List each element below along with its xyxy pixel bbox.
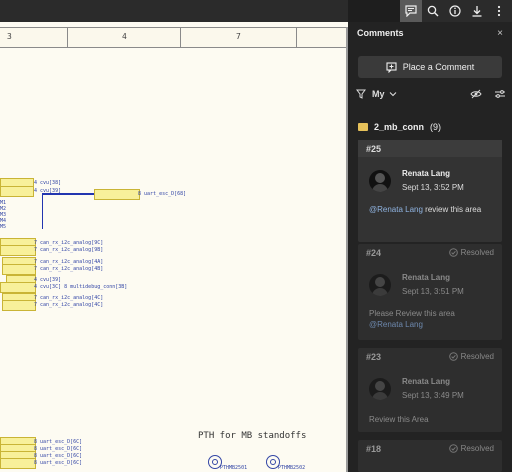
settings-sliders-icon[interactable] xyxy=(494,89,506,99)
net-text: 8 uart_esc_D[6C] xyxy=(34,446,83,452)
place-comment-label: Place a Comment xyxy=(402,62,475,72)
net-text: 7 can_rx_i2c_analog[4B] xyxy=(34,266,104,272)
resolved-badge[interactable]: Resolved xyxy=(448,248,494,257)
chevron-down-icon[interactable] xyxy=(389,90,397,98)
net-label xyxy=(94,189,140,200)
info-icon[interactable] xyxy=(444,0,466,22)
pth-section-title: PTH for MB standoffs xyxy=(198,431,307,441)
comment-date: Sept 13, 3:52 PM xyxy=(402,183,464,192)
pth-label: PTHMB2501 xyxy=(220,465,248,471)
mention-link[interactable]: @Renata Lang xyxy=(369,205,423,214)
filter-dropdown[interactable]: My xyxy=(372,89,385,99)
net-label xyxy=(0,458,36,469)
comment-author: Renata Lang xyxy=(402,377,451,386)
comment-author: Renata Lang xyxy=(402,273,451,282)
schematic-canvas[interactable]: 3 4 7 4 cvu[38] 4 cvu[39] 8 uart_esc_D[6… xyxy=(0,0,348,472)
download-icon[interactable] xyxy=(466,0,488,22)
close-icon[interactable]: × xyxy=(497,28,503,39)
mention-link[interactable]: @Renata Lang xyxy=(369,320,423,329)
check-circle-icon xyxy=(448,444,458,453)
resolved-label: Resolved xyxy=(460,444,494,453)
net-text: 4 cvu[38] xyxy=(34,180,62,186)
net-text: 8 uart_esc_D[6C] xyxy=(34,439,83,445)
ruler-tick xyxy=(180,28,181,47)
comment-id: #25 xyxy=(366,143,382,154)
folder-row[interactable]: 2_mb_conn (9) xyxy=(358,122,441,132)
comment-header: #25 xyxy=(358,140,502,157)
pth-label: PTHMB2502 xyxy=(278,465,306,471)
comment-body: Review this Area xyxy=(369,415,429,424)
search-icon[interactable] xyxy=(422,0,444,22)
comment-date: Sept 13, 3:49 PM xyxy=(402,391,464,400)
comment-id: #23 xyxy=(366,351,382,362)
avatar xyxy=(369,378,391,400)
sheet-ruler: 3 4 7 xyxy=(0,27,348,48)
net-label xyxy=(0,245,36,256)
check-circle-icon xyxy=(448,352,458,361)
net-text: M5 xyxy=(0,224,7,230)
bus-wire xyxy=(42,193,43,229)
comment-icon[interactable] xyxy=(400,0,422,22)
comment-card[interactable]: #18 Resolved xyxy=(358,440,502,472)
resolved-label: Resolved xyxy=(460,352,494,361)
ruler-tick xyxy=(296,28,297,47)
ruler-tick xyxy=(67,28,68,47)
comment-text: Please Review this area xyxy=(369,309,455,318)
resolved-badge[interactable]: Resolved xyxy=(448,444,494,453)
net-text: 7 can_rx_i2c_analog[4C] xyxy=(34,302,104,308)
net-text: 4 cvu[3C] 8 multidebug_conn[3B] xyxy=(34,284,128,290)
comment-header: #24 Resolved xyxy=(358,244,502,261)
check-circle-icon xyxy=(448,248,458,257)
ruler-number: 4 xyxy=(122,32,127,41)
comment-author: Renata Lang xyxy=(402,169,451,178)
folder-count: (9) xyxy=(430,122,442,132)
comment-body: Please Review this area @Renata Lang xyxy=(369,308,493,330)
net-text: 8 uart_esc_D[6C] xyxy=(34,453,83,459)
resolved-label: Resolved xyxy=(460,248,494,257)
comment-id: #18 xyxy=(366,443,382,454)
avatar xyxy=(369,274,391,296)
place-comment-button[interactable]: Place a Comment xyxy=(358,56,502,78)
net-text: 8 uart_esc_D[6C] xyxy=(34,460,83,466)
add-comment-icon xyxy=(386,61,397,73)
comments-panel: Comments × Place a Comment My 2_mb_conn … xyxy=(348,22,512,472)
net-text: 7 can_rx_i2c_analog[9B] xyxy=(34,247,104,253)
net-label xyxy=(2,300,36,311)
folder-icon xyxy=(358,123,368,131)
more-icon[interactable] xyxy=(488,0,510,22)
panel-header: Comments × xyxy=(348,22,512,44)
canvas-top-bar xyxy=(0,0,348,22)
resolved-badge[interactable]: Resolved xyxy=(448,352,494,361)
panel-title: Comments xyxy=(357,28,404,38)
folder-name: 2_mb_conn xyxy=(374,122,425,132)
comment-header: #18 Resolved xyxy=(358,440,502,457)
hide-resolved-icon[interactable] xyxy=(470,89,482,99)
comment-card[interactable]: #23 Resolved Renata Lang Sept 13, 3:49 P… xyxy=(358,348,502,432)
ruler-number: 3 xyxy=(7,32,12,41)
comment-card[interactable]: #25 Renata Lang Sept 13, 3:52 PM @Renata… xyxy=(358,140,502,242)
comment-body: @Renata Lang review this area xyxy=(369,204,493,215)
net-text: 4 cvu[39] xyxy=(34,277,62,283)
filter-icon[interactable] xyxy=(356,89,366,99)
net-text: 8 uart_esc_D[68] xyxy=(138,191,187,197)
comment-text: review this area xyxy=(422,205,482,214)
top-toolbar xyxy=(400,0,512,22)
bus-wire xyxy=(42,193,94,195)
net-text: 7 can_rx_i2c_analog[4A] xyxy=(34,259,104,265)
net-text: 7 can_rx_i2c_analog[4C] xyxy=(34,295,104,301)
net-label xyxy=(0,186,34,197)
comment-date: Sept 13, 3:51 PM xyxy=(402,287,464,296)
filter-row: My xyxy=(356,86,506,102)
comment-header: #23 Resolved xyxy=(358,348,502,365)
net-label xyxy=(2,264,36,275)
net-text: 7 can_rx_i2c_analog[9C] xyxy=(34,240,104,246)
comment-card[interactable]: #24 Resolved Renata Lang Sept 13, 3:51 P… xyxy=(358,244,502,340)
avatar xyxy=(369,170,391,192)
net-label xyxy=(0,282,36,293)
comment-id: #24 xyxy=(366,247,382,258)
ruler-number: 7 xyxy=(236,32,241,41)
